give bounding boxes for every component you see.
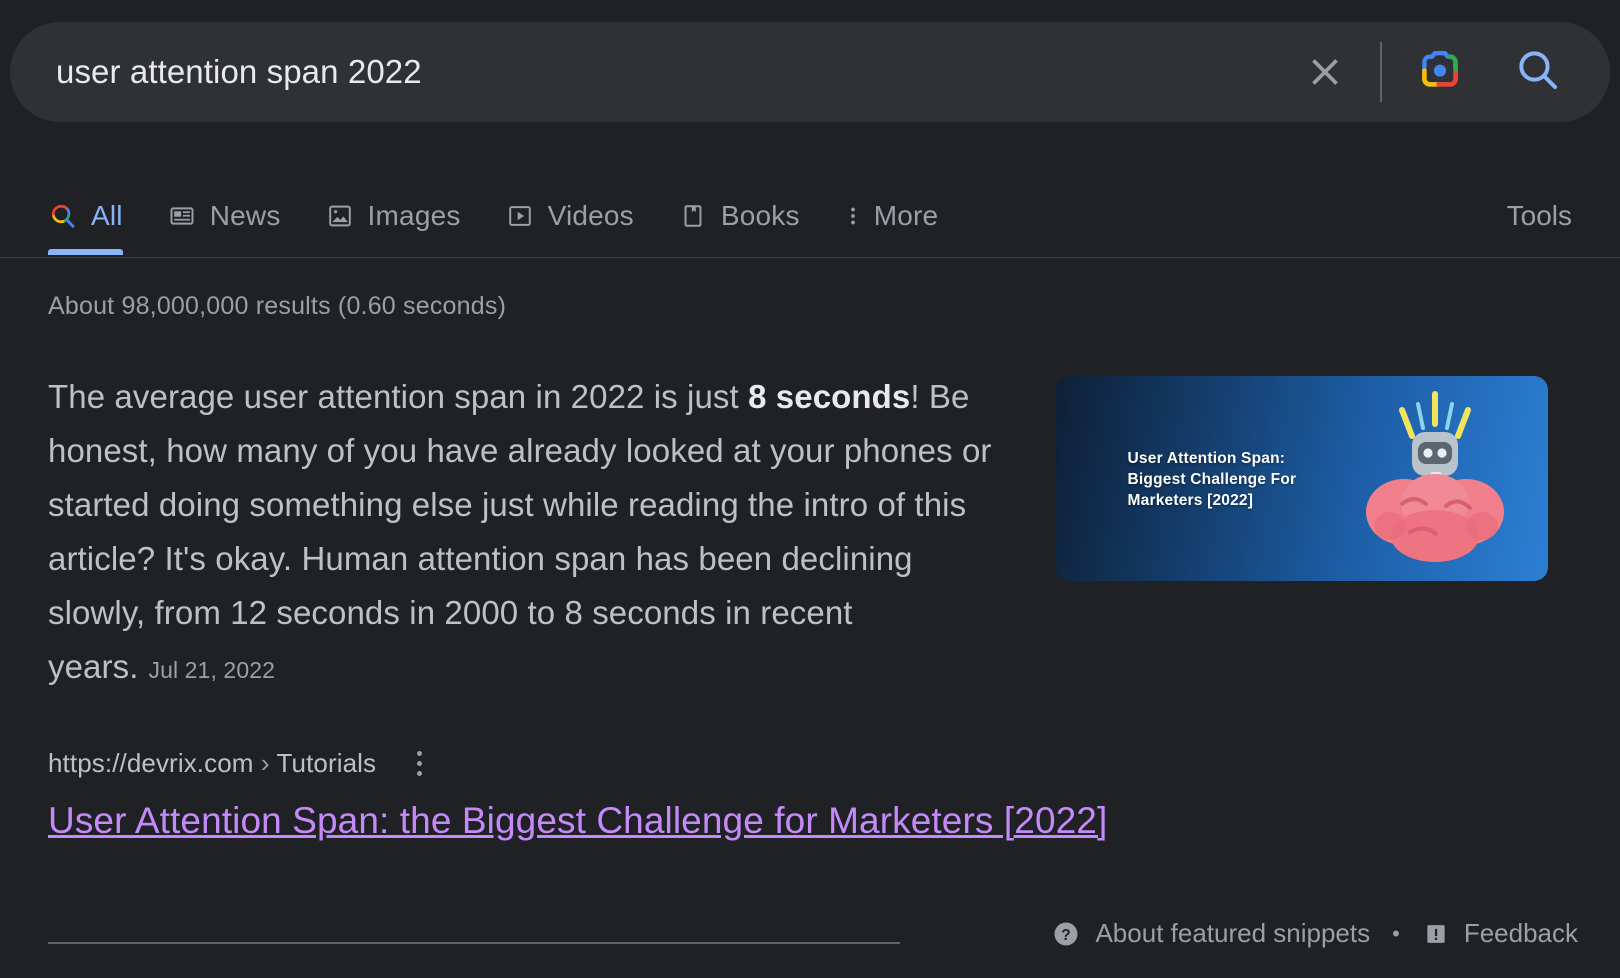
book-icon [678, 201, 708, 231]
tools-button[interactable]: Tools [1507, 178, 1578, 254]
tab-more-label: More [873, 200, 939, 231]
tab-books-label: Books [720, 200, 800, 231]
tab-news-label: News [209, 200, 281, 231]
thumbnail-caption: User Attention Span: Biggest Challenge F… [1128, 448, 1297, 511]
breadcrumb-separator: › [260, 747, 270, 778]
kebab-menu-icon [844, 201, 862, 231]
tab-more[interactable]: More [844, 178, 939, 254]
about-featured-snippets-button[interactable]: ? About featured snippets [1051, 918, 1370, 949]
google-lens-button[interactable] [1412, 44, 1468, 100]
tab-all[interactable]: All [48, 178, 123, 255]
video-play-icon [505, 201, 535, 231]
about-featured-snippets-label: About featured snippets [1095, 918, 1371, 948]
robot-head-on-pink-brain-illustration [1350, 384, 1520, 574]
tab-videos[interactable]: Videos [505, 178, 634, 254]
search-actions [1298, 22, 1610, 122]
search-icon [1513, 45, 1563, 100]
tab-images[interactable]: Images [325, 178, 461, 254]
search-divider [1380, 42, 1382, 102]
google-colored-search-icon [48, 201, 78, 231]
snippet-text-highlight: 8 seconds [748, 378, 911, 415]
thumbnail-caption-line1: User Attention Span: [1127, 450, 1286, 467]
kebab-dot-3 [416, 770, 422, 776]
thumbnail-caption-line2: Biggest Challenge For [1127, 471, 1297, 488]
snippet-date: Jul 21, 2022 [148, 657, 275, 683]
result-url[interactable]: https://devrix.com › Tutorials [48, 748, 376, 779]
result-url-domain: https://devrix.com [48, 747, 254, 778]
footer-separator: • [1392, 920, 1400, 946]
search-bar [10, 22, 1610, 122]
search-input[interactable] [56, 53, 1298, 91]
featured-snippet: The average user attention span in 2022 … [48, 370, 1548, 697]
image-icon [325, 201, 355, 231]
result-title-link[interactable]: User Attention Span: the Biggest Challen… [48, 800, 1107, 842]
feedback-label: Feedback [1463, 918, 1578, 948]
search-submit-button[interactable] [1510, 44, 1566, 100]
tab-news[interactable]: News [167, 178, 281, 254]
active-tab-underline [48, 249, 123, 255]
result-url-breadcrumb: Tutorials [276, 747, 377, 778]
search-tabs: All News Images Videos Books More Tools [0, 178, 1620, 258]
search-box[interactable] [10, 22, 1610, 122]
snippet-text-rest: ! Be honest, how many of you have alread… [48, 378, 992, 685]
svg-text:?: ? [1062, 926, 1071, 943]
snippet-divider [48, 942, 900, 944]
tab-all-label: All [91, 200, 123, 231]
feedback-button[interactable]: Feedback [1422, 918, 1578, 949]
featured-snippet-thumbnail[interactable]: User Attention Span: Biggest Challenge F… [1055, 376, 1548, 581]
tab-videos-label: Videos [547, 200, 634, 231]
result-url-row: https://devrix.com › Tutorials [48, 745, 434, 781]
result-options-button[interactable] [404, 745, 434, 781]
feedback-flag-icon [1422, 920, 1450, 948]
thumbnail-caption-line3: Marketers [2022] [1127, 492, 1254, 509]
news-icon [167, 201, 197, 231]
tab-images-label: Images [367, 200, 461, 231]
kebab-dot-2 [416, 760, 422, 766]
snippet-text-lead: The average user attention span in 2022 … [48, 378, 749, 415]
featured-snippet-text: The average user attention span in 2022 … [48, 370, 994, 697]
tab-books[interactable]: Books [678, 178, 800, 254]
snippet-footer: ? About featured snippets • Feedback [1051, 918, 1578, 949]
close-icon [1303, 50, 1347, 94]
featured-snippet-row: The average user attention span in 2022 … [48, 370, 1548, 697]
result-stats: About 98,000,000 results (0.60 seconds) [48, 292, 507, 320]
kebab-dot-1 [416, 750, 422, 756]
tab-list: All News Images Videos Books More [48, 178, 982, 255]
clear-search-button[interactable] [1298, 45, 1352, 99]
google-lens-camera-icon [1415, 45, 1465, 100]
help-circle-icon: ? [1051, 919, 1081, 949]
